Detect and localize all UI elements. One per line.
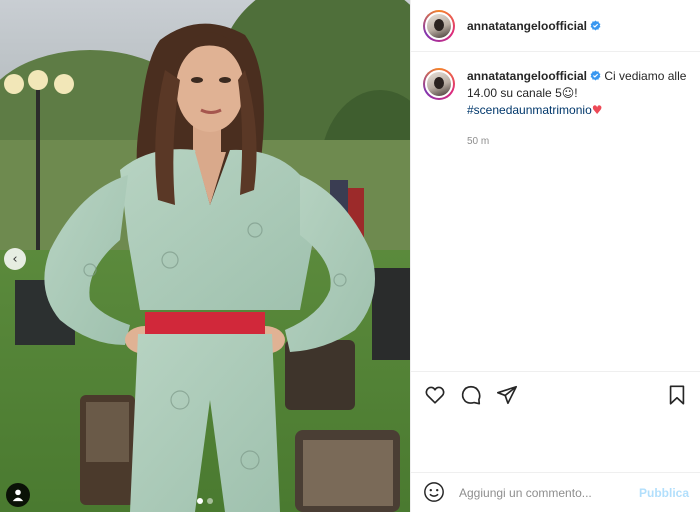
caption-comment: annatatangeloofficial Ci vediamo alle 14… (411, 52, 700, 150)
caption-end: ! (574, 86, 578, 100)
caption-username[interactable]: annatatangeloofficial (467, 69, 601, 83)
emoji-picker-button[interactable] (423, 481, 447, 505)
carousel-dot-active (197, 498, 203, 504)
comment-input[interactable] (459, 485, 639, 500)
hashtag-link[interactable]: #scenedaunmatrimonio (467, 103, 592, 117)
post-photo[interactable]: ‹ (0, 0, 410, 512)
post-side-panel: annatatangeloofficial annatatangelooffic… (410, 0, 700, 512)
save-button[interactable] (665, 383, 689, 407)
post-header: annatatangeloofficial (411, 0, 700, 52)
post-timestamp[interactable]: 50 m (467, 133, 687, 150)
comment-button[interactable] (459, 383, 483, 407)
carousel-dot (207, 498, 213, 504)
carousel-indicator (0, 498, 410, 504)
heart-icon (425, 386, 445, 404)
emoji-icon (424, 481, 444, 502)
carousel-prev-button[interactable]: ‹ (4, 248, 26, 270)
add-comment-bar: Pubblica (411, 472, 700, 512)
avatar[interactable] (423, 9, 455, 42)
like-button[interactable] (423, 383, 447, 407)
verified-badge-icon (590, 19, 601, 31)
caption-username-text[interactable]: annatatangeloofficial (467, 69, 587, 83)
caption-avatar[interactable] (423, 68, 455, 100)
red-heart-emoji: ♥ (591, 103, 603, 117)
header-username-text[interactable]: annatatangeloofficial (467, 19, 587, 33)
comment-icon (461, 385, 481, 405)
publish-button[interactable]: Pubblica (639, 486, 689, 500)
share-button[interactable] (495, 383, 519, 407)
verified-badge-icon (590, 70, 601, 81)
caption-body: annatatangeloofficial Ci vediamo alle 14… (467, 68, 687, 150)
smile-emoji: ☺ (561, 86, 575, 100)
share-icon (497, 385, 517, 404)
bookmark-icon (669, 384, 685, 405)
post-actions-bar (411, 371, 700, 417)
header-username[interactable]: annatatangeloofficial (467, 19, 601, 33)
photo-woman-green-suit (0, 0, 410, 512)
